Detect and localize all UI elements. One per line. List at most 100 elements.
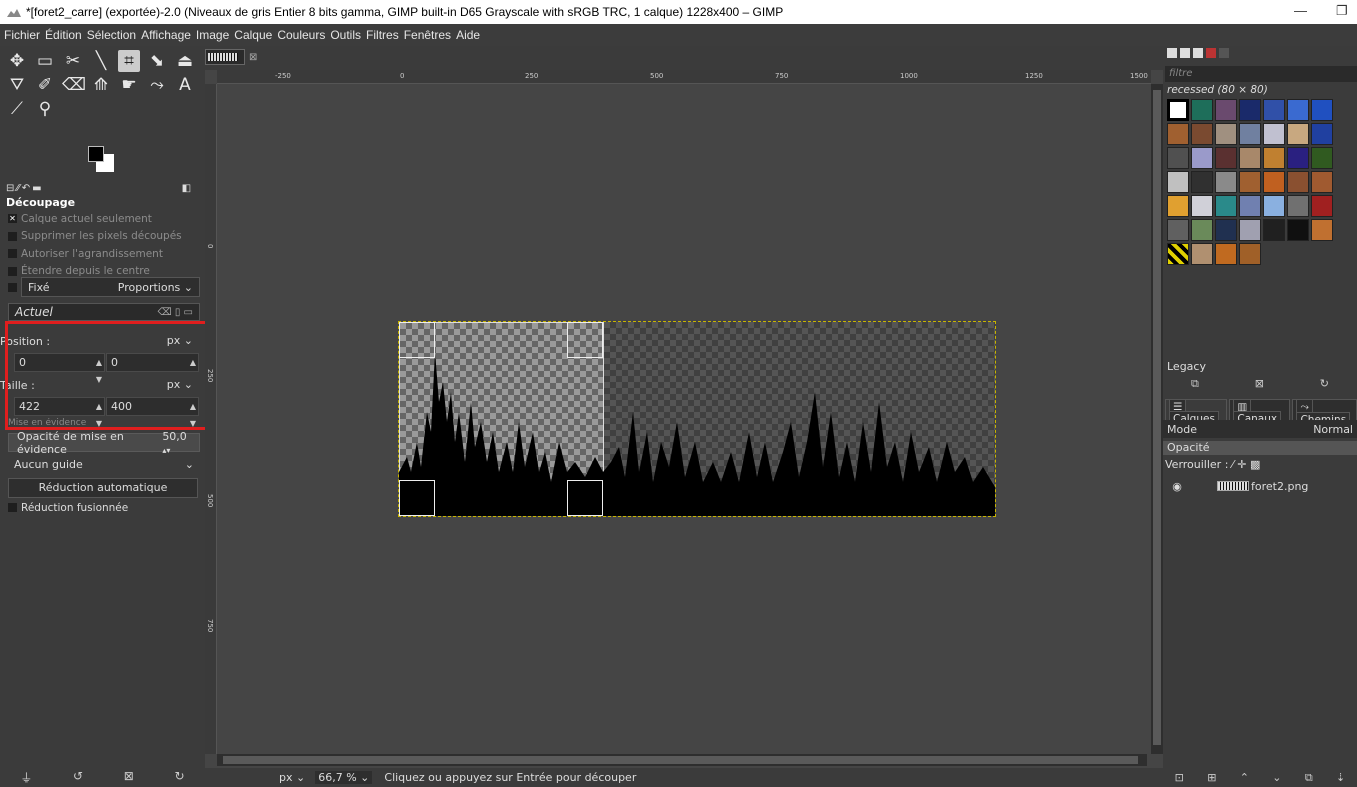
color-picker-tool-icon[interactable]: ⟋ — [6, 98, 28, 120]
pattern-swatch[interactable] — [1215, 243, 1237, 265]
brushes-tab-icon[interactable] — [1167, 48, 1177, 58]
crop-tool-icon[interactable]: ⌗ — [118, 50, 140, 72]
smudge-tool-icon[interactable]: ☛ — [118, 74, 140, 96]
fixe-proportions-combo[interactable]: Fixé Proportions ⌄ — [21, 277, 200, 297]
pattern-swatch[interactable] — [1239, 171, 1261, 193]
gradients-tab-icon[interactable] — [1206, 48, 1216, 58]
menu-image[interactable]: Image — [196, 28, 229, 42]
reduction-fusionnee-checkbox[interactable]: Réduction fusionnée — [0, 499, 128, 517]
menu-couleurs[interactable]: Couleurs — [277, 28, 325, 42]
crop-handle-bottom-left[interactable] — [399, 480, 435, 516]
taille-unit-select[interactable]: px ⌄ — [155, 374, 197, 394]
move-tool-icon[interactable]: ✥ — [6, 50, 28, 72]
crop-handle-top-left[interactable] — [399, 322, 435, 358]
palettes-tab-icon[interactable] — [1219, 48, 1229, 58]
menu-affichage[interactable]: Affichage — [141, 28, 191, 42]
position-unit-select[interactable]: px ⌄ — [155, 330, 197, 350]
vertical-scrollbar[interactable] — [1151, 84, 1163, 754]
lower-layer-icon[interactable]: ⌄ — [1272, 771, 1281, 787]
pattern-swatch[interactable] — [1191, 195, 1213, 217]
pattern-swatch[interactable] — [1263, 171, 1285, 193]
close-tab-icon[interactable]: ⊠ — [249, 52, 257, 63]
pattern-swatch[interactable] — [1191, 219, 1213, 241]
pattern-swatch[interactable] — [1311, 123, 1333, 145]
guide-select[interactable]: Aucun guide ⌄ — [8, 454, 200, 474]
delete-pattern-icon[interactable]: ⊠ — [1255, 377, 1264, 393]
pattern-filter-input[interactable]: filtre — [1165, 66, 1357, 82]
eraser-tool-icon[interactable]: ⌫ — [62, 74, 86, 96]
undo-history-tab-icon[interactable]: ↶ — [22, 183, 30, 194]
pattern-swatch[interactable] — [1311, 219, 1333, 241]
menu-calque[interactable]: Calque — [234, 28, 272, 42]
pattern-swatch[interactable] — [1167, 147, 1189, 169]
pattern-swatch[interactable] — [1167, 219, 1189, 241]
menu-outils[interactable]: Outils — [330, 28, 361, 42]
pattern-swatch[interactable] — [1263, 99, 1285, 121]
layer-opacity-slider[interactable]: Opacité — [1163, 441, 1357, 455]
checkbox-checked-icon[interactable]: ✕ — [8, 214, 17, 224]
raise-layer-icon[interactable]: ⌃ — [1240, 771, 1249, 787]
actuel-field[interactable]: Actuel ⌫ ▯ ▭ — [8, 303, 200, 321]
position-x-input[interactable]: 0 ▲ ▼ — [14, 353, 105, 384]
zoom-tool-icon[interactable]: ⚲ — [34, 98, 56, 120]
delete-options-icon[interactable]: ⊠ — [124, 769, 134, 787]
reduction-automatique-button[interactable]: Réduction automatique — [8, 478, 198, 498]
scissors-tool-icon[interactable]: ✂ — [62, 50, 84, 72]
visibility-eye-icon[interactable]: ◉ — [1167, 480, 1187, 493]
menu-aide[interactable]: Aide — [456, 28, 480, 42]
supprimer-pixels-checkbox[interactable]: Supprimer les pixels découpés — [0, 228, 205, 246]
unit-select[interactable]: px ⌄ — [279, 771, 305, 784]
pattern-swatch[interactable] — [1311, 195, 1333, 217]
warp-tool-icon[interactable]: ⏏ — [174, 50, 196, 72]
pattern-swatch[interactable] — [1191, 99, 1213, 121]
pattern-swatch[interactable] — [1191, 147, 1213, 169]
pattern-swatch[interactable] — [1167, 243, 1189, 265]
pattern-swatch[interactable] — [1263, 147, 1285, 169]
text-tool-icon[interactable]: A — [174, 74, 196, 96]
minimize-icon[interactable]: — — [1294, 3, 1307, 18]
pattern-swatch[interactable] — [1215, 147, 1237, 169]
mise-en-evidence-checkbox[interactable]: Mise en évidence — [8, 418, 86, 426]
vertical-ruler[interactable]: 0 250 500 750 — [205, 84, 217, 754]
crop-handle-top-right[interactable] — [567, 322, 603, 358]
paintbrush-tool-icon[interactable]: ✐ — [34, 74, 56, 96]
pattern-swatch[interactable] — [1287, 171, 1309, 193]
fixe-checkbox[interactable] — [8, 282, 17, 292]
pattern-swatch[interactable] — [1287, 99, 1309, 121]
pattern-swatch[interactable] — [1215, 99, 1237, 121]
restore-icon[interactable]: ❐ — [1336, 3, 1348, 19]
configure-tab-icon[interactable]: ◧ — [182, 183, 191, 194]
pattern-swatch[interactable] — [1215, 219, 1237, 241]
edit-pattern-icon[interactable]: ⧉ — [1191, 377, 1199, 393]
pattern-swatch[interactable] — [1167, 99, 1189, 121]
paths-tool-icon[interactable]: ⤳ — [146, 74, 168, 96]
pattern-swatch[interactable] — [1311, 171, 1333, 193]
pattern-swatch[interactable] — [1311, 99, 1333, 121]
image-canvas[interactable] — [398, 321, 996, 517]
pattern-swatch[interactable] — [1287, 123, 1309, 145]
new-group-icon[interactable]: ⊞ — [1207, 771, 1216, 787]
layer-mode-select[interactable]: Mode Normal — [1163, 420, 1357, 438]
position-y-input[interactable]: 0▲▼ — [106, 353, 199, 384]
spin-icon[interactable]: ▲▼ — [190, 398, 196, 432]
refresh-icon[interactable]: ↻ — [1320, 377, 1329, 393]
pattern-swatch[interactable] — [1191, 243, 1213, 265]
pattern-swatch[interactable] — [1191, 171, 1213, 193]
bucket-fill-tool-icon[interactable]: ⛛ — [6, 74, 28, 96]
reset-options-icon[interactable]: ↻ — [175, 769, 185, 787]
clone-tool-icon[interactable]: ⟰ — [90, 74, 112, 96]
pattern-swatch[interactable] — [1287, 219, 1309, 241]
ratio-icons[interactable]: ⌫ ▯ ▭ — [158, 307, 193, 318]
pattern-swatch[interactable] — [1239, 147, 1261, 169]
pattern-swatch[interactable] — [1215, 195, 1237, 217]
new-layer-icon[interactable]: ⊡ — [1175, 771, 1184, 787]
patterns-tab-icon[interactable] — [1180, 48, 1190, 58]
lock-position-icon[interactable]: ✛ — [1237, 458, 1246, 471]
pattern-swatch[interactable] — [1239, 243, 1261, 265]
pattern-swatch[interactable] — [1167, 171, 1189, 193]
layer-row[interactable]: ◉ foret2.png — [1163, 476, 1357, 496]
foreground-color[interactable] — [88, 146, 104, 162]
pattern-swatch[interactable] — [1239, 123, 1261, 145]
lock-alpha-icon[interactable]: ▩ — [1250, 458, 1260, 471]
pattern-swatch[interactable] — [1167, 123, 1189, 145]
